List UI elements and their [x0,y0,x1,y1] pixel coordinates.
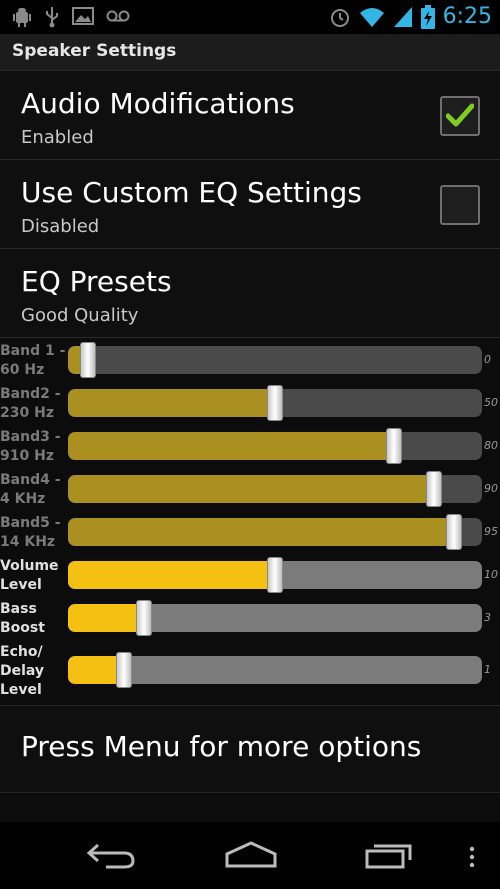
band4-slider-thumb[interactable] [426,471,443,507]
volume-slider-thumb[interactable] [267,557,283,593]
alarm-icon [329,6,351,28]
slider-fill [68,475,435,503]
slider-row-band3: Band3 -910 Hz 80 [0,427,500,465]
slider-label: Band2 -230 Hz [0,386,61,421]
page-title: Speaker Settings [12,41,177,61]
pref-eq-presets[interactable]: EQ Presets Good Quality [0,249,500,338]
voicemail-icon [106,6,130,28]
action-bar: Speaker Settings [0,34,500,71]
band3-slider-track[interactable] [68,432,482,460]
pref-custom-eq[interactable]: Use Custom EQ Settings Disabled [0,160,500,249]
bass-slider-track[interactable] [68,604,482,632]
android-debug-icon [12,6,32,28]
slider-row-band4: Band4 -4 KHz 90 [0,470,500,508]
slider-row-echo: Echo/Delay Level 1 [0,642,500,700]
audio-modifications-checkbox[interactable] [440,96,480,136]
pref-audio-modifications[interactable]: Audio Modifications Enabled [0,71,500,160]
slider-label: Band5 -14 KHz [0,515,61,550]
slider-value: 10 [484,568,498,581]
pref-summary: Good Quality [21,305,139,326]
recent-apps-icon[interactable] [364,840,414,874]
status-time: 6:25 [442,4,492,29]
slider-fill [68,518,455,546]
slider-fill [68,389,275,417]
band2-slider-thumb[interactable] [267,385,283,421]
wifi-icon [359,6,385,28]
signal-icon [393,6,413,28]
slider-fill [68,561,275,589]
pref-title: Audio Modifications [21,87,295,120]
bass-slider-thumb[interactable] [135,600,152,636]
slider-value: 95 [484,525,498,538]
slider-label: Bass Boost [0,601,45,636]
slider-label: Volume Level [0,558,59,593]
usb-icon [44,6,60,28]
band1-slider-thumb[interactable] [79,342,96,378]
home-icon[interactable] [224,840,278,874]
pref-title: Use Custom EQ Settings [21,176,362,209]
slider-value: 3 [484,611,491,624]
back-icon[interactable] [86,840,136,874]
slider-value: 90 [484,482,498,495]
slider-row-band2: Band2 -230 Hz 50 [0,384,500,422]
navigation-bar [0,822,500,889]
slider-label: Band 1 -60 Hz [0,343,66,378]
slider-value: 0 [484,353,491,366]
slider-label: Band3 -910 Hz [0,429,61,464]
slider-value: 80 [484,439,498,452]
status-bar: 6:25 [0,0,500,34]
slider-label: Band4 -4 KHz [0,472,61,507]
menu-hint-text: Press Menu for more options [21,730,422,763]
band3-slider-thumb[interactable] [386,428,403,464]
slider-value: 1 [484,663,491,676]
band5-slider-track[interactable] [68,518,482,546]
checkmark-icon [446,103,474,127]
slider-row-volume: Volume Level 10 [0,556,500,594]
custom-eq-checkbox[interactable] [440,185,480,225]
image-icon [72,6,94,28]
overflow-menu-icon[interactable] [468,846,476,872]
band4-slider-track[interactable] [68,475,482,503]
pref-summary: Disabled [21,216,100,237]
slider-row-band5: Band5 -14 KHz 95 [0,513,500,551]
slider-row-bass: Bass Boost 3 [0,599,500,637]
band1-slider-track[interactable] [68,346,482,374]
band5-slider-thumb[interactable] [446,514,463,550]
echo-slider-thumb[interactable] [115,652,132,688]
slider-fill [68,432,395,460]
slider-fill [68,604,144,632]
slider-value: 50 [484,396,498,409]
battery-charging-icon [420,4,435,29]
pref-title: EQ Presets [21,265,172,298]
pref-summary: Enabled [21,127,94,148]
slider-row-band1: Band 1 -60 Hz 0 [0,341,500,379]
slider-label: Echo/Delay Level [0,644,45,698]
